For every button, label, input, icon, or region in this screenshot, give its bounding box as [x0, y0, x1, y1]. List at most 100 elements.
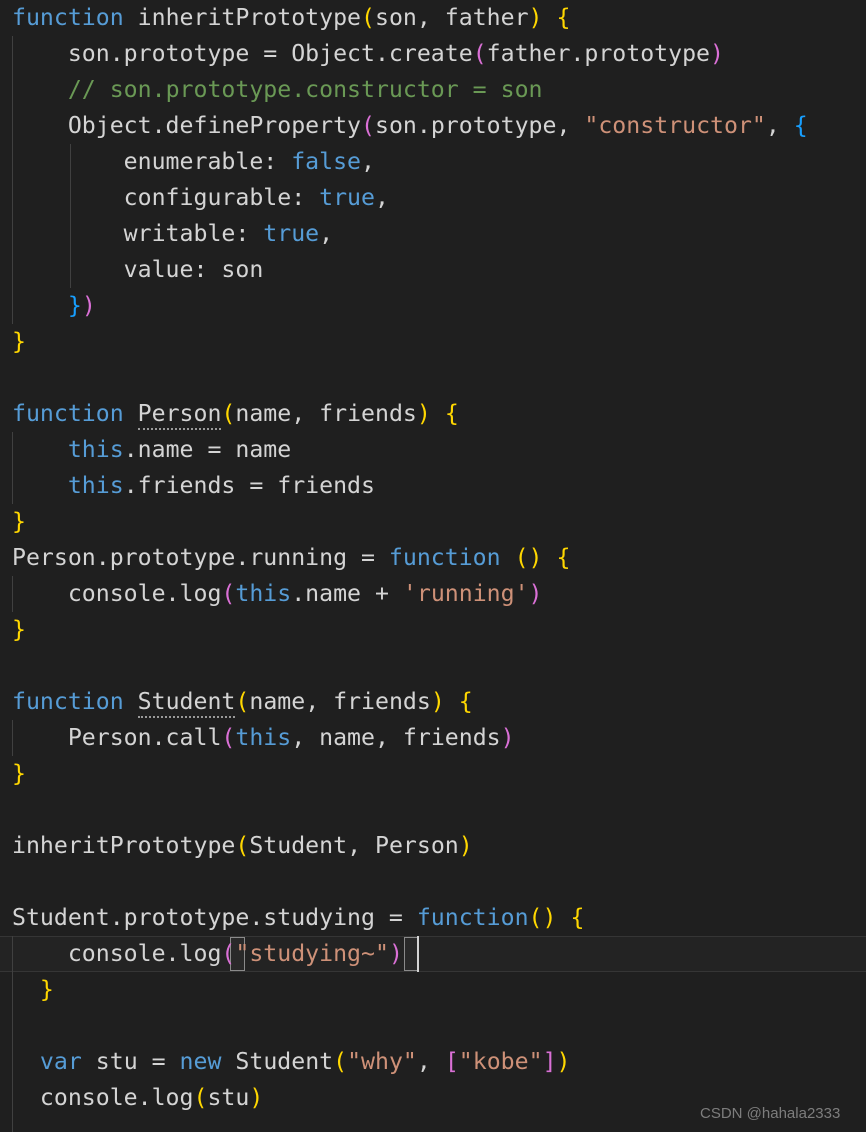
code-line[interactable]: }: [0, 324, 866, 360]
code-token: ): [416, 400, 431, 427]
code-token: son.prototype,: [374, 112, 585, 139]
code-token: (: [472, 40, 487, 67]
code-line[interactable]: }: [0, 756, 866, 792]
code-line[interactable]: console.log("studying~"): [0, 936, 866, 972]
code-token: Person.prototype.running =: [12, 544, 389, 571]
code-token: ): [430, 688, 445, 715]
code-line[interactable]: [0, 648, 866, 684]
code-line[interactable]: function Person(name, friends) {: [0, 396, 866, 432]
code-line[interactable]: Person.prototype.running = function () {: [0, 540, 866, 576]
code-token: {: [793, 112, 808, 139]
code-line[interactable]: }): [0, 288, 866, 324]
code-token: function: [12, 4, 124, 31]
code-token: Person.call: [12, 724, 222, 751]
code-token: ): [528, 4, 543, 31]
code-line[interactable]: this.friends = friends: [0, 468, 866, 504]
code-token: function: [388, 544, 501, 571]
code-token: enumerable:: [12, 148, 292, 175]
code-token: ): [542, 904, 557, 931]
code-line[interactable]: Student.prototype.studying = function() …: [0, 900, 866, 936]
code-line[interactable]: function inheritPrototype(son, father) {: [0, 0, 866, 36]
code-token: (: [361, 4, 375, 31]
code-token: ): [388, 940, 403, 967]
code-line[interactable]: function Student(name, friends) {: [0, 684, 866, 720]
code-line[interactable]: [0, 792, 866, 828]
code-line[interactable]: this.name = name: [0, 432, 866, 468]
code-token: .name +: [291, 580, 403, 607]
code-token: (: [221, 724, 236, 751]
code-token: Student, Person: [249, 832, 459, 859]
code-token: // son.prototype.constructor = son: [67, 76, 543, 103]
code-token: ,: [374, 184, 389, 211]
code-line[interactable]: }: [0, 504, 866, 540]
text-cursor: [417, 936, 419, 972]
code-token: ): [528, 544, 543, 571]
code-line[interactable]: Person.call(this, name, friends): [0, 720, 866, 756]
code-token: this: [67, 436, 124, 463]
code-line[interactable]: console.log(this.name + 'running'): [0, 576, 866, 612]
code-token: .friends = friends: [123, 472, 375, 499]
code-token: inheritPrototype: [123, 4, 362, 31]
code-token: ]: [542, 1048, 557, 1075]
code-line[interactable]: // son.prototype.constructor = son: [0, 72, 866, 108]
code-line[interactable]: son.prototype = Object.create(father.pro…: [0, 36, 866, 72]
code-token: console.log: [12, 580, 222, 607]
code-token: Object.defineProperty: [12, 112, 362, 139]
code-token: true: [319, 184, 375, 211]
code-token: {: [556, 4, 571, 31]
code-token: (: [528, 904, 543, 931]
code-token: ): [249, 1084, 264, 1111]
code-token: stu: [207, 1084, 250, 1111]
code-token: configurable:: [12, 184, 320, 211]
code-line[interactable]: var stu = new Student("why", ["kobe"]): [0, 1044, 866, 1080]
code-token: father.prototype: [486, 40, 711, 67]
code-token: true: [263, 220, 320, 247]
code-line[interactable]: enumerable: false,: [0, 144, 866, 180]
code-token: ): [528, 580, 543, 607]
code-token: son.prototype = Object.create: [12, 40, 473, 67]
code-token: "constructor": [584, 112, 766, 139]
code-token: ,: [319, 220, 334, 247]
code-text-area[interactable]: function inheritPrototype(son, father) {…: [0, 0, 866, 1132]
code-token: name, friends: [249, 688, 431, 715]
code-line[interactable]: [0, 864, 866, 900]
code-token: "kobe": [458, 1048, 543, 1075]
code-line[interactable]: Object.defineProperty(son.prototype, "co…: [0, 108, 866, 144]
code-token: (: [221, 580, 236, 607]
code-token: (: [221, 400, 236, 427]
code-token: ,: [765, 112, 794, 139]
code-token: ): [710, 40, 724, 67]
code-line[interactable]: [0, 360, 866, 396]
code-line[interactable]: }: [0, 612, 866, 648]
code-token: }: [12, 328, 26, 355]
code-line[interactable]: inheritPrototype(Student, Person): [0, 828, 866, 864]
code-line[interactable]: [0, 1008, 866, 1044]
code-token: stu =: [81, 1048, 180, 1075]
code-token: ): [500, 724, 515, 751]
code-token: (: [514, 544, 529, 571]
code-editor[interactable]: function inheritPrototype(son, father) {…: [0, 0, 866, 1132]
code-token: .name = name: [123, 436, 292, 463]
code-line[interactable]: value: son: [0, 252, 866, 288]
code-token: name, friends: [235, 400, 417, 427]
code-line[interactable]: }: [0, 972, 866, 1008]
code-line[interactable]: configurable: true,: [0, 180, 866, 216]
code-token: ,: [361, 148, 375, 175]
code-token: , name, friends: [291, 724, 501, 751]
code-token: ,: [416, 1048, 445, 1075]
code-token: (: [193, 1084, 208, 1111]
code-token: ): [458, 832, 473, 859]
code-token: function: [416, 904, 529, 931]
code-line[interactable]: writable: true,: [0, 216, 866, 252]
code-token: Person: [137, 400, 222, 430]
code-token: (: [221, 940, 236, 967]
